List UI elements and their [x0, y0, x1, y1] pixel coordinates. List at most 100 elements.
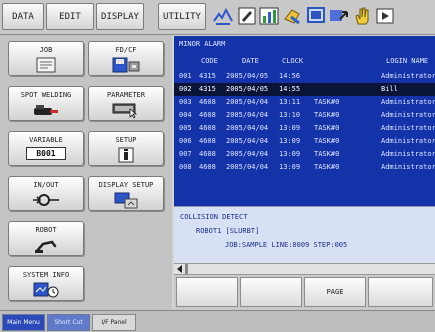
fd-cf-button[interactable]: FD/CF [88, 41, 164, 76]
job-button[interactable]: JOB [8, 41, 84, 76]
display-setup-label: DISPLAY SETUP [98, 181, 154, 189]
row-code: 4608 [199, 124, 216, 132]
menu-display[interactable]: DISPLAY [96, 3, 144, 30]
table-row-selected[interactable]: 002 4315 2005/04/05 14:55 Bill [174, 83, 435, 96]
row-clock: 13:09 [279, 163, 301, 171]
row-date: 2005/04/04 [226, 124, 269, 132]
hand-icon[interactable] [351, 5, 373, 27]
bottom-tab-bar: Main Menu Short Cut I/F Panel [0, 310, 435, 332]
robot-arm-icon [35, 240, 57, 253]
system-info-icon [33, 282, 59, 298]
row-number: 002 [179, 85, 192, 93]
row-code: 4608 [199, 98, 216, 106]
table-row[interactable]: 005 4608 2005/04/04 13:09 TASK#0 Administrato… [174, 122, 435, 135]
row-date: 2005/04/05 [226, 72, 269, 80]
row-number: 004 [179, 111, 192, 119]
multi-window-icon[interactable] [212, 5, 234, 27]
row-clock: 13:10 [279, 111, 301, 119]
tab-main-menu[interactable]: Main Menu [2, 314, 45, 331]
main-menu-panel: JOB FD/CF SPOT WELDING PARAMETER VARIABL… [0, 35, 172, 310]
top-menu-bar: DATA EDIT DISPLAY UTILITY [0, 0, 435, 35]
tab-short-cut[interactable]: Short Cut [47, 314, 90, 331]
table-row[interactable]: 006 4608 2005/04/04 13:09 TASK#0 Administrato… [174, 135, 435, 148]
row-login-name: Administrator [381, 137, 435, 145]
row-task: TASK#0 [314, 150, 340, 158]
parameter-button[interactable]: PARAMETER [88, 86, 164, 121]
row-code: 4315 [199, 72, 216, 80]
system-info-button[interactable]: SYSTEM INFO [8, 266, 84, 301]
row-number: 007 [179, 150, 192, 158]
table-row[interactable]: 008 4608 2005/04/04 13:09 TASK#0 Administrato… [174, 161, 435, 174]
variable-value-box: B001 [26, 147, 66, 160]
row-code: 4608 [199, 150, 216, 158]
scroll-left-arrow-icon[interactable] [176, 265, 184, 273]
row-login-name: Bill [381, 85, 398, 93]
robot-button[interactable]: ROBOT [8, 221, 84, 256]
row-login-name: Administrator [381, 150, 435, 158]
chart-icon[interactable] [258, 5, 280, 27]
spot-welding-label: SPOT WELDING [20, 91, 72, 99]
header-login-name: LOGIN NAME [386, 57, 429, 65]
variable-label: VARIABLE [29, 136, 63, 144]
table-row[interactable]: 001 4315 2005/04/05 14:56 Administrator [174, 70, 435, 83]
row-login-name: Administrator [381, 72, 435, 80]
tab-if-panel[interactable]: I/F Panel [92, 314, 136, 331]
display-setup-icon [114, 192, 138, 209]
row-task: TASK#0 [314, 111, 340, 119]
floppy-disk-icon [112, 57, 140, 73]
menu-edit[interactable]: EDIT [46, 3, 94, 30]
alarm-history-panel: MINOR ALARM CODE DATE CLOCK LOGIN NAME 0… [174, 36, 435, 206]
row-login-name: Administrator [381, 124, 435, 132]
row-number: 008 [179, 163, 192, 171]
variable-button[interactable]: VARIABLE B001 [8, 131, 84, 166]
display-setup-button[interactable]: DISPLAY SETUP [88, 176, 164, 211]
row-date: 2005/04/05 [226, 85, 269, 93]
table-row[interactable]: 004 4608 2005/04/04 13:10 TASK#0 Administrato… [174, 109, 435, 122]
row-clock: 14:56 [279, 72, 301, 80]
table-row[interactable]: 007 4608 2005/04/04 13:09 TASK#0 Administrato… [174, 148, 435, 161]
row-date: 2005/04/04 [226, 150, 269, 158]
menu-data[interactable]: DATA [2, 3, 44, 30]
spot-welding-button[interactable]: SPOT WELDING [8, 86, 84, 121]
job-label: JOB [39, 46, 53, 54]
fd-cf-label: FD/CF [115, 46, 137, 54]
tool-icon[interactable] [282, 5, 304, 27]
in-out-icon [33, 194, 59, 206]
row-code: 4608 [199, 163, 216, 171]
system-info-label: SYSTEM INFO [22, 271, 70, 279]
in-out-button[interactable]: IN/OUT [8, 176, 84, 211]
robot-label: ROBOT [35, 226, 57, 234]
setup-button[interactable]: SETUP [88, 131, 164, 166]
horizontal-scrollbar[interactable] [174, 263, 435, 275]
row-clock: 13:09 [279, 137, 301, 145]
menu-utility[interactable]: UTILITY [158, 3, 206, 30]
detail-job-line-step: JOB:SAMPLE LINE:0009 STEP:005 [225, 241, 348, 249]
row-code: 4608 [199, 137, 216, 145]
alarm-detail-panel: COLLISION DETECT ROBOT1 [SLURBT] JOB:SAM… [174, 206, 435, 264]
setup-label: SETUP [115, 136, 137, 144]
page-button[interactable]: PAGE [304, 277, 366, 307]
jump-icon[interactable] [328, 5, 350, 27]
function-key-2[interactable] [240, 277, 302, 307]
row-date: 2005/04/04 [226, 111, 269, 119]
row-date: 2005/04/04 [226, 163, 269, 171]
edit-icon[interactable] [236, 5, 258, 27]
row-number: 001 [179, 72, 192, 80]
function-key-1[interactable] [176, 277, 238, 307]
more-icon[interactable] [374, 5, 396, 27]
row-clock: 14:55 [279, 85, 301, 93]
row-login-name: Administrator [381, 163, 435, 171]
row-number: 003 [179, 98, 192, 106]
function-key-4[interactable] [368, 277, 433, 307]
header-code: CODE [201, 57, 218, 65]
row-clock: 13:09 [279, 124, 301, 132]
row-login-name: Administrator [381, 98, 435, 106]
row-number: 005 [179, 124, 192, 132]
scroll-thumb[interactable] [185, 264, 188, 274]
in-out-label: IN/OUT [33, 181, 59, 189]
row-code: 4315 [199, 85, 216, 93]
screen-icon[interactable] [305, 5, 327, 27]
row-task: TASK#0 [314, 137, 340, 145]
header-clock: CLOCK [282, 57, 304, 65]
table-row[interactable]: 003 4608 2005/04/04 13:11 TASK#0 Administrato… [174, 96, 435, 109]
